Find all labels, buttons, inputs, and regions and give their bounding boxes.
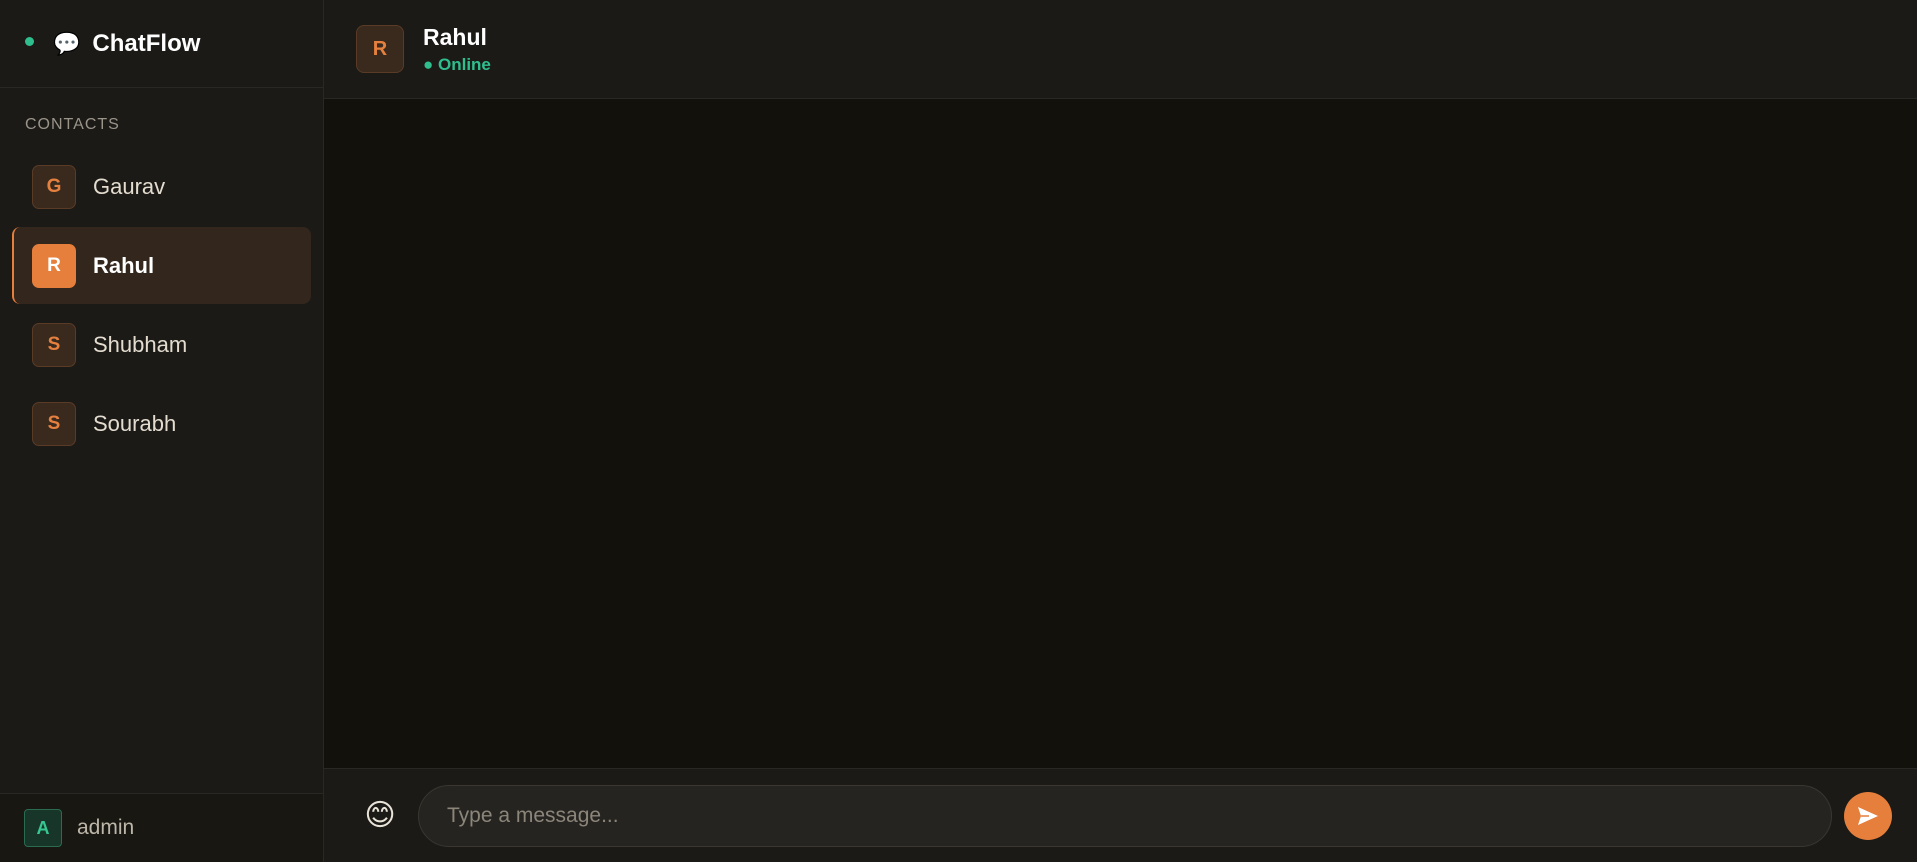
- contact-name: Sourabh: [93, 410, 177, 436]
- contact-item-shubham[interactable]: S Shubham: [12, 306, 311, 383]
- online-status: ● Online: [423, 54, 491, 74]
- app-title: ChatFlow: [92, 29, 201, 57]
- speech-bubble-icon: 💬: [53, 30, 81, 56]
- message-area[interactable]: [324, 99, 1917, 768]
- user-avatar: A: [24, 809, 62, 847]
- avatar: S: [32, 401, 76, 446]
- contact-name: Rahul: [93, 252, 155, 278]
- chat-header: R Rahul ● Online: [324, 0, 1917, 99]
- contact-list: G Gaurav R Rahul S Shubham S Sourabh: [0, 148, 323, 464]
- send-arrow-icon: [1858, 806, 1878, 825]
- contact-item-rahul[interactable]: R Rahul: [12, 227, 311, 304]
- avatar: G: [32, 164, 76, 209]
- contact-item-sourabh[interactable]: S Sourabh: [12, 385, 311, 462]
- message-input[interactable]: [418, 784, 1832, 847]
- chat-contact-name: Rahul: [423, 23, 487, 50]
- chat-header-avatar: R: [356, 25, 404, 73]
- avatar: S: [32, 322, 76, 367]
- user-name: admin: [77, 816, 135, 839]
- app-root: 💬 ChatFlow CONTACTS G Gaurav R Rahul S S…: [0, 0, 1917, 862]
- contact-name: Shubham: [93, 331, 188, 357]
- brand-header: 💬 ChatFlow: [0, 0, 323, 88]
- current-user[interactable]: A admin: [0, 793, 323, 862]
- contacts-section-label: CONTACTS: [25, 116, 120, 133]
- contact-item-gaurav[interactable]: G Gaurav: [12, 148, 311, 225]
- chat-panel: R Rahul ● Online 😊: [324, 0, 1917, 862]
- avatar: R: [32, 243, 76, 288]
- contact-name: Gaurav: [93, 173, 166, 199]
- connection-status-dot: [25, 37, 34, 46]
- message-composer: 😊: [324, 768, 1917, 862]
- sidebar: 💬 ChatFlow CONTACTS G Gaurav R Rahul S S…: [0, 0, 324, 862]
- emoji-icon[interactable]: 😊: [362, 800, 398, 831]
- send-button[interactable]: [1844, 791, 1892, 840]
